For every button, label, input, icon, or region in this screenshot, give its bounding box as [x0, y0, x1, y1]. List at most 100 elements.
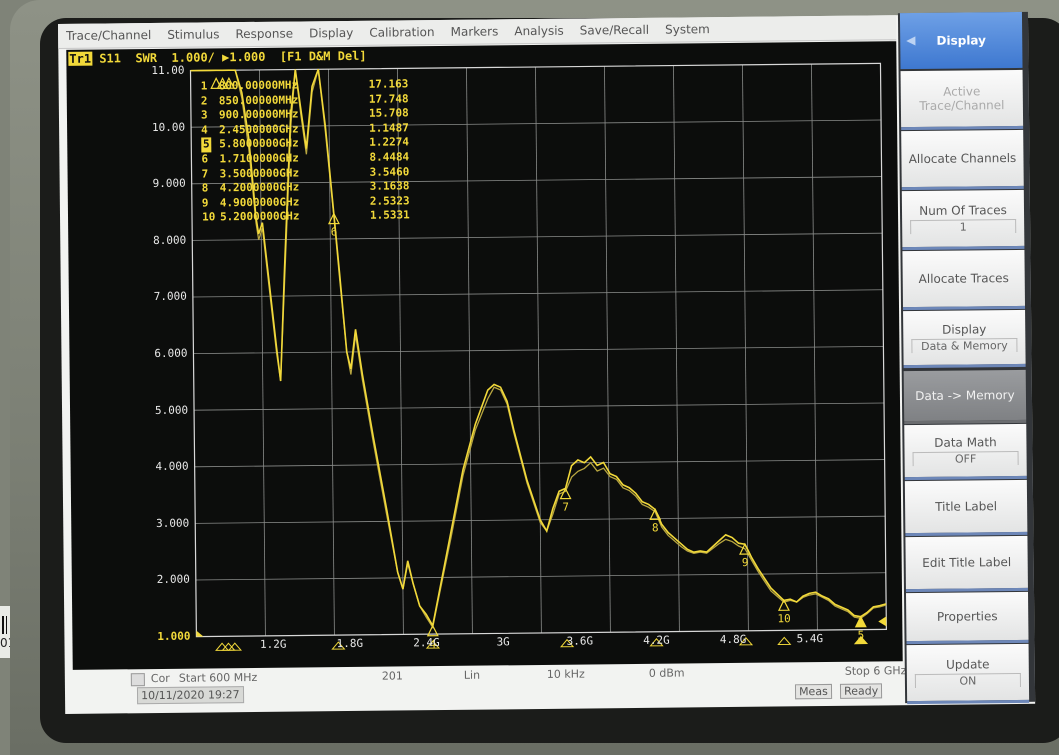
marker-frequency: 800.00000MHz	[218, 78, 299, 93]
y-tick-label: 2.000	[156, 573, 190, 587]
back-chevron-icon[interactable]: ◀	[906, 33, 915, 47]
marker-7-label: 7	[562, 501, 569, 514]
trace-graph: Tr1 S11 SWR 1.000/ ▶1.000 [F1 D&M Del] 1…	[66, 41, 903, 670]
softkey-label: Data Math	[934, 435, 997, 450]
softkey-value: Data & Memory	[911, 337, 1018, 354]
x-tick-label: 5.4G	[796, 632, 824, 646]
y-tick-label: 7.000	[153, 290, 187, 304]
marker-number: 1	[200, 79, 208, 93]
correction-status[interactable]: Cor	[151, 672, 170, 685]
softkey-label: Edit Title Label	[922, 555, 1012, 570]
marker-value: 15.708	[368, 106, 409, 120]
marker-frequency: 3.5000000GHz	[219, 166, 300, 180]
marker-value: 3.1638	[369, 179, 410, 193]
stop-frequency[interactable]: Stop 6 GHz	[845, 664, 907, 678]
marker-value: 8.4484	[369, 150, 410, 164]
marker-number: 9	[201, 196, 209, 210]
softkey-value: ON	[914, 672, 1021, 689]
softkey-label: Active Trace/Channel	[919, 84, 1005, 113]
softkey-label: Allocate Channels	[908, 150, 1017, 167]
softkey-label: Num Of Traces	[919, 203, 1007, 218]
marker-readout-table: 1 800.00000MHz 17.163 2 850.00000MHz 17.748 3 9…	[201, 77, 410, 225]
y-tick-label: 5.000	[154, 403, 189, 417]
marker-value: 1.2274	[369, 135, 410, 150]
softkey-menu-header[interactable]: ◀ Display	[899, 11, 1023, 70]
softkey-label: Update	[945, 657, 990, 672]
marker-value: 1.5331	[369, 208, 410, 223]
softkey-panel: ◀ Display Active Trace/Channel Allocate C…	[897, 11, 1036, 705]
y-tick-label: 6.000	[154, 346, 188, 361]
x-tick-label: 2.4G	[413, 636, 440, 650]
menu-response[interactable]: Response	[227, 26, 301, 42]
menu-stimulus[interactable]: Stimulus	[159, 27, 227, 42]
marker-value: 17.163	[368, 77, 409, 91]
marker-frequency: 1.7100000GHz	[219, 151, 299, 166]
trace-badge[interactable]: Tr1	[68, 51, 93, 66]
sweep-points[interactable]: 201	[382, 669, 403, 682]
y-tick-label: 3.000	[156, 516, 190, 530]
menu-system[interactable]: System	[657, 22, 718, 37]
ready-status: Ready	[839, 683, 883, 699]
softkey-active-trace-channel[interactable]: Active Trace/Channel	[900, 69, 1024, 131]
softkey-title-label[interactable]: Title Label	[904, 479, 1028, 537]
date-time: 10/11/2020 19:27	[136, 686, 244, 705]
marker-value: 1.1487	[369, 121, 409, 135]
softkey-num-of-traces[interactable]: Num Of Traces 1	[901, 189, 1025, 251]
meas-status: Meas	[794, 683, 832, 700]
y-tick-label: 9.000	[152, 176, 186, 191]
softkey-label: Title Label	[935, 499, 998, 514]
marker-number: 4	[201, 123, 208, 137]
softkey-allocate-channels[interactable]: Allocate Channels	[901, 129, 1024, 191]
menu-calibration[interactable]: Calibration	[361, 25, 442, 40]
softkey-label: Display	[942, 322, 987, 337]
if-bandwidth[interactable]: 10 kHz	[547, 668, 585, 681]
y-tick-label: 11.00	[151, 63, 185, 78]
trace-title[interactable]: Tr1 S11 SWR 1.000/ ▶1.000 [F1 D&M Del]	[68, 48, 367, 66]
softkey-value: OFF	[912, 450, 1019, 467]
marker-frequency: 850.00000MHz	[218, 93, 299, 107]
ref-level-arrow-left-icon	[196, 630, 204, 637]
marker-value: 2.5323	[369, 194, 410, 208]
softkey-display[interactable]: Display Data & Memory	[903, 309, 1026, 369]
x-tick-label: 3.6G	[566, 634, 594, 648]
softkey-edit-title-label[interactable]: Edit Title Label	[905, 535, 1028, 593]
trace-title-text: S11 SWR 1.000/ ▶1.000 [F1 D&M Del]	[91, 48, 367, 66]
marker-8-label: 8	[652, 521, 659, 534]
menu-display[interactable]: Display	[301, 26, 361, 41]
marker-number: 8	[201, 181, 209, 195]
marker-frequency: 4.2000000GHz	[219, 180, 300, 195]
softkey-update[interactable]: Update ON	[906, 643, 1030, 705]
marker-row[interactable]: 10 5.2000000GHz 1.5331	[202, 209, 410, 226]
y-tick-label: 1.000	[157, 629, 191, 643]
x-tick-label: 3G	[496, 635, 510, 649]
marker-value: 17.748	[368, 91, 409, 106]
softkey-label: Data -> Memory	[915, 388, 1015, 404]
menu-markers[interactable]: Markers	[443, 24, 507, 39]
softkey-properties[interactable]: Properties	[906, 591, 1029, 645]
softkey-data-math[interactable]: Data Math OFF	[904, 423, 1027, 481]
start-frequency[interactable]: Start 600 MHz	[179, 671, 258, 685]
sweep-type[interactable]: Lin	[464, 669, 480, 682]
marker-frequency: 5.2000000GHz	[219, 209, 300, 224]
x-tick-label: 4.2G	[643, 633, 670, 647]
source-power[interactable]: 0 dBm	[649, 666, 685, 679]
menu-analysis[interactable]: Analysis	[506, 24, 572, 39]
marker-frequency: 5.8000000GHz	[219, 136, 299, 151]
marker-9-label: 9	[742, 556, 749, 569]
x-tick-label: 1.2G	[259, 637, 287, 651]
menu-trace-channel[interactable]: Trace/Channel	[58, 28, 159, 43]
x-tick-label: 4.8G	[719, 632, 747, 647]
y-tick-label: 4.000	[155, 459, 189, 474]
marker-number: 10	[201, 210, 216, 224]
marker-number: 7	[201, 166, 209, 181]
marker-number: 5	[201, 137, 212, 153]
marker-value: 3.5460	[369, 164, 410, 179]
softkey-allocate-traces[interactable]: Allocate Traces	[902, 249, 1026, 311]
softkey-data-memory[interactable]: Data -> Memory	[903, 369, 1027, 425]
menu-save-recall[interactable]: Save/Recall	[572, 23, 657, 38]
marker-frequency: 2.4500000GHz	[219, 122, 299, 137]
marker-number: 3	[200, 108, 208, 122]
x-tick-label: 1.8G	[336, 636, 364, 651]
softkey-value: 1	[910, 218, 1017, 235]
softkey-label: Allocate Traces	[918, 271, 1009, 287]
